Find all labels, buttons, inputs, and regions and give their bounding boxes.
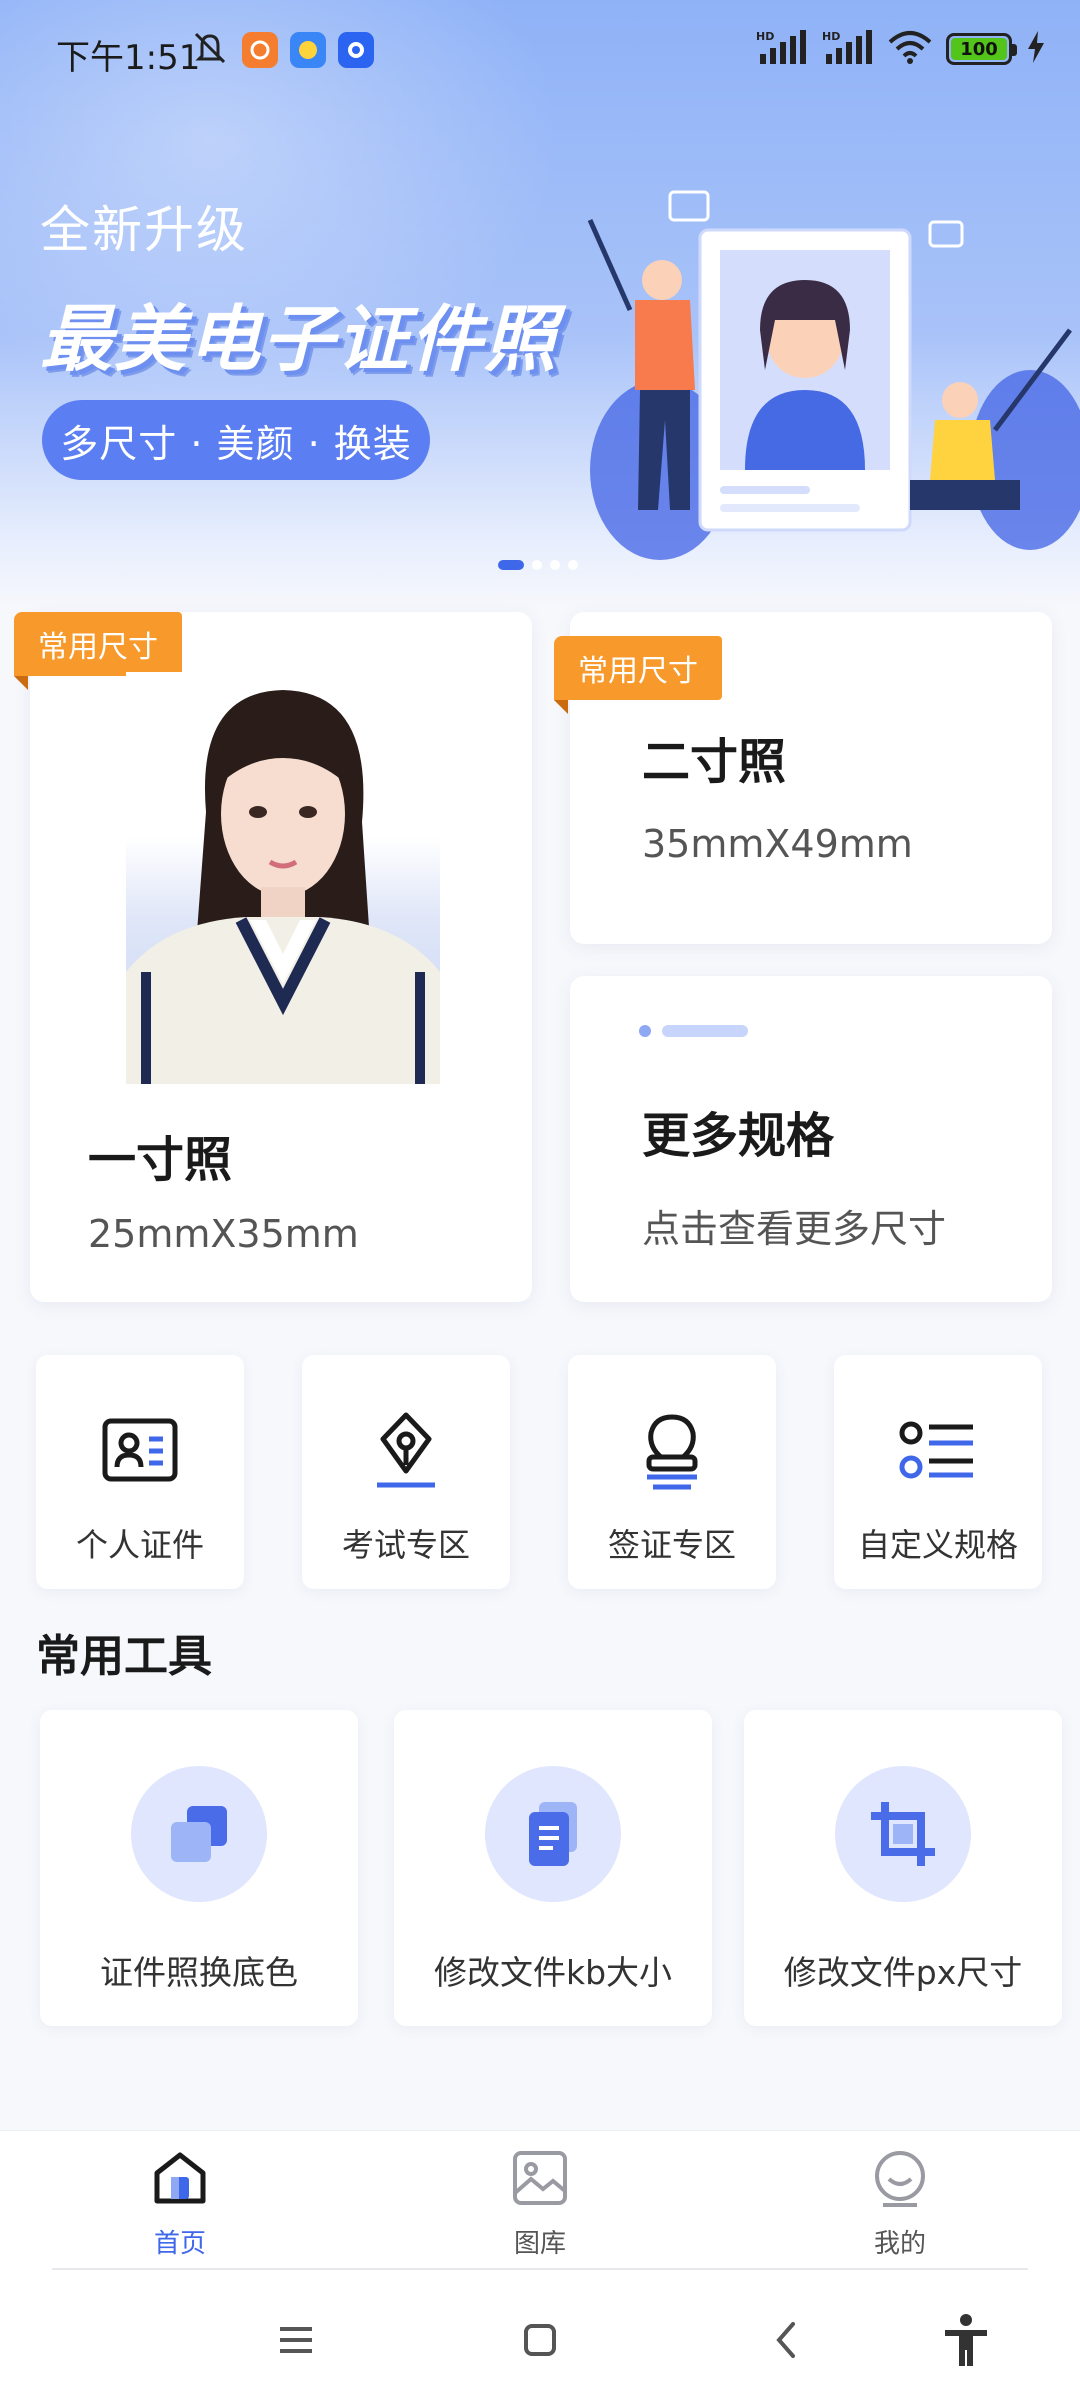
- svg-text:HD: HD: [822, 30, 840, 43]
- svg-text:HD: HD: [756, 30, 774, 43]
- layers-icon: [171, 1806, 227, 1862]
- tab-home[interactable]: 首页: [80, 2131, 280, 2271]
- category-visa[interactable]: 签证专区: [568, 1355, 776, 1589]
- one-inch-photo-card[interactable]: 常用尺寸 一寸照 25mmX35mm: [14, 612, 532, 1302]
- decorative-dots: [639, 1025, 748, 1037]
- card-size: 35mmX49mm: [642, 822, 913, 866]
- banner[interactable]: 下午1:51 HD HD 100 全新升级 最美电子证件照 多尺寸 · 美颜 ·…: [0, 0, 1080, 610]
- common-size-tag: 常用尺寸: [554, 636, 722, 714]
- banner-title: 最美电子证件照: [40, 297, 559, 381]
- mute-icon: [190, 30, 230, 70]
- status-time: 下午1:51: [56, 38, 201, 78]
- accessibility-icon: [945, 2314, 987, 2366]
- tool-label: 证件照换底色: [100, 1953, 298, 1992]
- category-label: 个人证件: [75, 1526, 204, 1564]
- home-icon: [154, 2152, 206, 2204]
- tools-section-title: 常用工具: [36, 1631, 212, 1682]
- square-icon: [524, 2324, 556, 2356]
- category-label: 考试专区: [341, 1526, 470, 1564]
- bottom-tab-bar: 首页 图库 我的: [0, 2130, 1080, 2270]
- more-specs-card[interactable]: 更多规格 点击查看更多尺寸: [570, 976, 1052, 1302]
- pagination-dot: [532, 560, 542, 570]
- tab-label: 首页: [153, 2229, 206, 2259]
- profile-icon: [875, 2151, 925, 2207]
- charging-icon: [1026, 31, 1046, 67]
- back-nav-button[interactable]: [756, 2310, 816, 2370]
- tool-resize-kb[interactable]: 修改文件kb大小: [394, 1710, 712, 2026]
- signal-icon: HD: [756, 30, 808, 68]
- category-label: 自定义规格: [857, 1526, 1018, 1564]
- tab-gallery[interactable]: 图库: [440, 2131, 640, 2271]
- app-notification-icon: [338, 32, 374, 68]
- signal-icon: HD: [822, 30, 874, 68]
- tool-change-background[interactable]: 证件照换底色: [40, 1710, 358, 2026]
- banner-illustration: [587, 190, 1080, 560]
- back-chevron-icon: [776, 2322, 795, 2358]
- tool-label: 修改文件kb大小: [433, 1953, 673, 1992]
- battery-level: 100: [951, 38, 1007, 60]
- home-nav-button[interactable]: [510, 2310, 570, 2370]
- banner-pagination: [498, 560, 578, 570]
- status-bar: 下午1:51 HD HD 100: [0, 0, 1080, 100]
- status-right: HD HD 100: [756, 30, 1046, 68]
- id-card-icon: [102, 1418, 178, 1482]
- banner-subtitle: 全新升级: [40, 201, 248, 259]
- two-inch-photo-card[interactable]: 常用尺寸 二寸照 35mmX49mm: [554, 612, 1052, 944]
- battery-icon: 100: [946, 33, 1017, 65]
- tab-profile[interactable]: 我的: [800, 2131, 1000, 2271]
- gallery-icon: [513, 2151, 567, 2205]
- tool-icon-bg: [835, 1766, 971, 1902]
- tab-label: 我的: [873, 2229, 926, 2259]
- pagination-dot: [498, 560, 524, 570]
- app-notification-icon: [290, 32, 326, 68]
- common-size-tag: 常用尺寸: [14, 612, 182, 690]
- crop-icon: [871, 1802, 935, 1866]
- stamp-icon: [646, 1414, 698, 1490]
- status-app-icons: [190, 30, 374, 70]
- card-size: 25mmX35mm: [88, 1212, 359, 1256]
- menu-nav-button[interactable]: [266, 2310, 326, 2370]
- pagination-dot: [550, 560, 560, 570]
- tool-icon-bg: [485, 1766, 621, 1902]
- card-title: 更多规格: [642, 1108, 835, 1164]
- category-grid: 个人证件 考试专区 签证专区 自定义规格: [36, 1355, 1046, 1589]
- system-nav-bar: [0, 2270, 1080, 2400]
- list-icon: [899, 1421, 973, 1479]
- pen-nib-icon: [377, 1412, 435, 1488]
- app-notification-icon: [242, 32, 278, 68]
- category-personal-id[interactable]: 个人证件: [36, 1355, 244, 1589]
- pagination-dot: [568, 560, 578, 570]
- tool-resize-px[interactable]: 修改文件px尺寸: [744, 1710, 1062, 2026]
- file-icon: [529, 1802, 577, 1866]
- tab-label: 图库: [513, 2229, 566, 2259]
- category-custom[interactable]: 自定义规格: [834, 1355, 1042, 1589]
- category-label: 签证专区: [607, 1526, 736, 1564]
- card-desc: 点击查看更多尺寸: [642, 1207, 947, 1251]
- sample-portrait-photo: [126, 672, 440, 1084]
- card-title: 二寸照: [642, 734, 787, 790]
- menu-icon: [280, 2327, 312, 2353]
- category-exam[interactable]: 考试专区: [302, 1355, 510, 1589]
- tool-icon-bg: [131, 1766, 267, 1902]
- card-title: 一寸照: [88, 1132, 233, 1188]
- tool-label: 修改文件px尺寸: [783, 1953, 1023, 1992]
- wifi-icon: [888, 30, 932, 68]
- banner-feature-pill: 多尺寸 · 美颜 · 换装: [42, 400, 430, 480]
- accessibility-button[interactable]: [936, 2310, 996, 2370]
